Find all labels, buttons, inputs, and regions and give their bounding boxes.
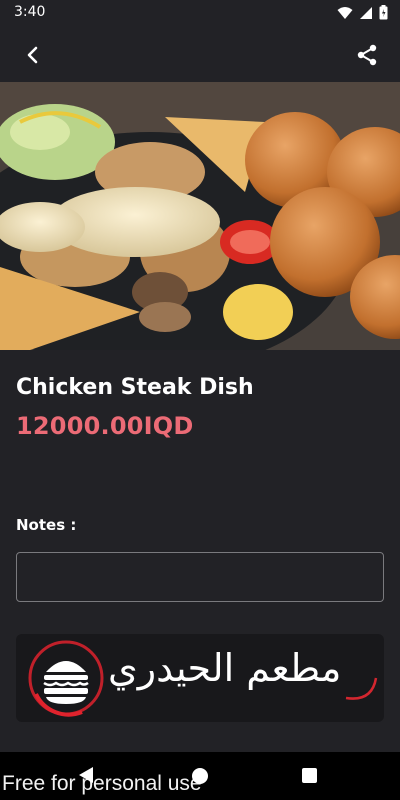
watermark-text: Free for personal use bbox=[2, 772, 202, 795]
dish-photo[interactable] bbox=[0, 82, 400, 350]
notes-input[interactable] bbox=[16, 552, 384, 602]
status-time: 3:40 bbox=[14, 4, 46, 20]
dish-title: Chicken Steak Dish bbox=[16, 375, 254, 400]
signal-icon bbox=[360, 6, 372, 19]
square-recent-icon[interactable] bbox=[302, 768, 317, 783]
restaurant-logo-card: مطعم الحيدري bbox=[16, 634, 384, 722]
dish-price: 12000.00IQD bbox=[16, 412, 194, 440]
chevron-left-icon bbox=[27, 46, 38, 64]
share-icon bbox=[357, 44, 377, 66]
status-icons bbox=[337, 5, 388, 20]
burger-logo-icon bbox=[28, 640, 104, 717]
logo-swoosh-icon bbox=[345, 677, 378, 700]
battery-icon bbox=[379, 5, 388, 20]
notes-label: Notes : bbox=[16, 516, 77, 534]
status-bar: 3:40 bbox=[0, 0, 400, 26]
dish-illustration bbox=[0, 82, 400, 350]
top-app-bar bbox=[0, 26, 400, 82]
back-button[interactable] bbox=[18, 40, 48, 70]
restaurant-logo-text: مطعم الحيدري bbox=[108, 646, 342, 690]
share-button[interactable] bbox=[352, 40, 382, 70]
wifi-icon bbox=[337, 6, 353, 19]
